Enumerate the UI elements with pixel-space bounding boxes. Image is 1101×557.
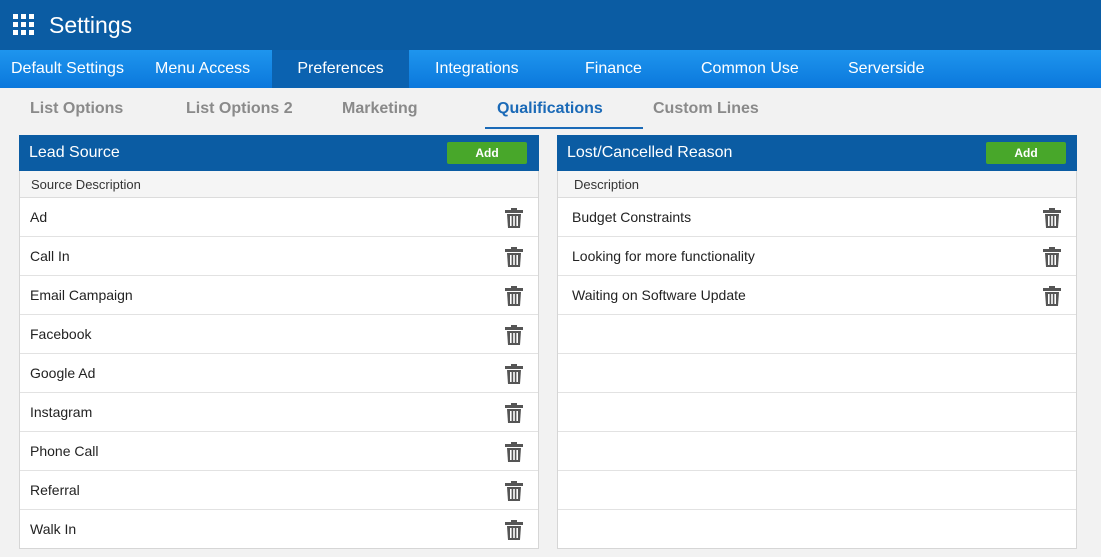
- menu-item-default-settings[interactable]: Default Settings: [11, 50, 124, 88]
- trash-icon[interactable]: [505, 208, 523, 228]
- list-item: Google Ad: [20, 354, 538, 393]
- menu-item-menu-access[interactable]: Menu Access: [155, 50, 250, 88]
- menu-item-common-use[interactable]: Common Use: [701, 50, 799, 88]
- list-item: [558, 354, 1076, 393]
- list-item: [558, 315, 1076, 354]
- list-item-label: Budget Constraints: [572, 209, 692, 225]
- trash-icon[interactable]: [505, 520, 523, 540]
- lead-source-header: Lead Source Add: [19, 135, 539, 171]
- lead-source-panel: Lead Source Add Source Description Ad Cal…: [19, 135, 539, 549]
- add-lead-source-button[interactable]: Add: [447, 142, 527, 164]
- source-description-column-header: Source Description: [20, 171, 538, 198]
- list-item-label: Walk In: [30, 521, 77, 537]
- list-item: Instagram: [20, 393, 538, 432]
- description-column-header: Description: [558, 171, 1076, 198]
- list-item-label: Google Ad: [30, 365, 96, 381]
- list-item: Walk In: [20, 510, 538, 549]
- list-item-label: Looking for more functionality: [572, 248, 755, 264]
- tab-marketing[interactable]: Marketing: [342, 100, 418, 118]
- page-title: Settings: [49, 12, 133, 38]
- list-item: Call In: [20, 237, 538, 276]
- list-item-label: Facebook: [30, 326, 92, 342]
- list-item-label: Waiting on Software Update: [572, 287, 746, 303]
- apps-grid-icon[interactable]: [13, 14, 35, 36]
- trash-icon[interactable]: [1043, 247, 1061, 267]
- list-item: [558, 393, 1076, 432]
- trash-icon[interactable]: [1043, 286, 1061, 306]
- tab-list-options-2[interactable]: List Options 2: [186, 100, 293, 118]
- list-item: [558, 471, 1076, 510]
- trash-icon[interactable]: [505, 481, 523, 501]
- lost-reason-title: Lost/Cancelled Reason: [567, 144, 733, 161]
- main-menu: Default Settings Menu Access Preferences…: [0, 50, 1101, 88]
- trash-icon[interactable]: [1043, 208, 1061, 228]
- tab-list-options[interactable]: List Options: [30, 100, 123, 118]
- list-item: Email Campaign: [20, 276, 538, 315]
- list-item: Waiting on Software Update: [558, 276, 1076, 315]
- trash-icon[interactable]: [505, 286, 523, 306]
- list-item: Ad: [20, 198, 538, 237]
- menu-item-finance[interactable]: Finance: [585, 50, 642, 88]
- list-item-label: Referral: [30, 482, 80, 498]
- list-item: [558, 510, 1076, 549]
- trash-icon[interactable]: [505, 364, 523, 384]
- trash-icon[interactable]: [505, 442, 523, 462]
- title-bar: Settings: [0, 0, 1101, 50]
- lead-source-title: Lead Source: [29, 144, 120, 161]
- list-item: [558, 432, 1076, 471]
- lost-reason-header: Lost/Cancelled Reason Add: [557, 135, 1077, 171]
- list-item: Referral: [20, 471, 538, 510]
- lost-reason-panel: Lost/Cancelled Reason Add Description Bu…: [557, 135, 1077, 549]
- add-lost-reason-button[interactable]: Add: [986, 142, 1066, 164]
- lead-source-list: Ad Call In Email Campaign Facebook Google Ad…: [20, 198, 538, 549]
- trash-icon[interactable]: [505, 247, 523, 267]
- menu-item-serverside[interactable]: Serverside: [848, 50, 924, 88]
- list-item-label: Phone Call: [30, 443, 99, 459]
- list-item-label: Email Campaign: [30, 287, 133, 303]
- active-tab-indicator: [485, 127, 643, 129]
- list-item: Facebook: [20, 315, 538, 354]
- menu-item-integrations[interactable]: Integrations: [435, 50, 519, 88]
- trash-icon[interactable]: [505, 325, 523, 345]
- trash-icon[interactable]: [505, 403, 523, 423]
- tab-custom-lines[interactable]: Custom Lines: [653, 100, 759, 118]
- tab-qualifications[interactable]: Qualifications: [497, 100, 603, 118]
- list-item-label: Call In: [30, 248, 70, 264]
- menu-item-preferences[interactable]: Preferences: [272, 50, 409, 88]
- list-item: Looking for more functionality: [558, 237, 1076, 276]
- list-item: Phone Call: [20, 432, 538, 471]
- list-item-label: Instagram: [30, 404, 93, 420]
- lost-reason-list: Budget Constraints Looking for more funct…: [558, 198, 1076, 549]
- list-item-label: Ad: [30, 209, 48, 225]
- list-item: Budget Constraints: [558, 198, 1076, 237]
